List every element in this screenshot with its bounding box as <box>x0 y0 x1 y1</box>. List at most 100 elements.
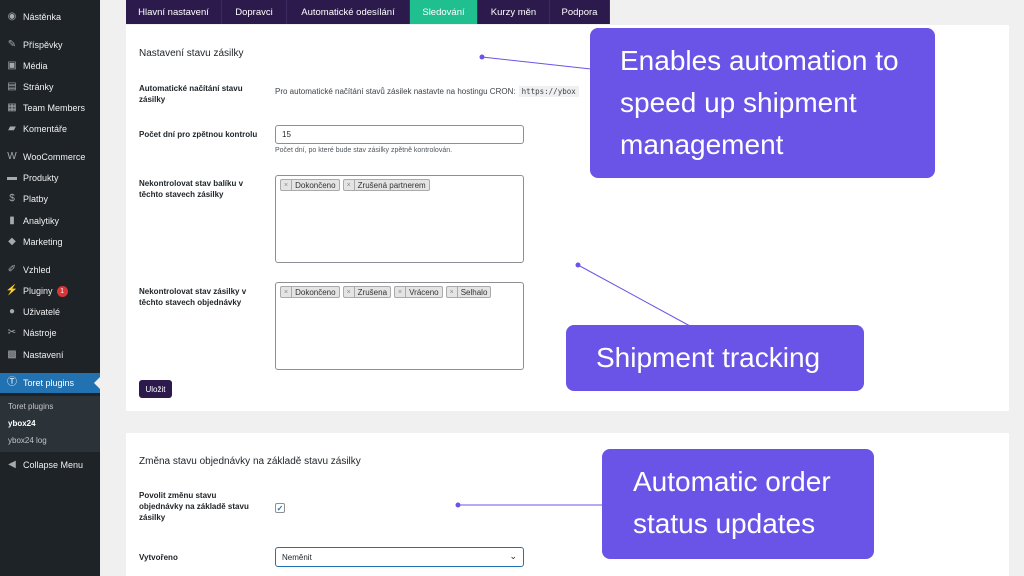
sidebar-item-marketing[interactable]: ◆ Marketing <box>0 232 100 252</box>
sidebar-item-n-stroje[interactable]: ✂ Nástroje <box>0 323 100 343</box>
toret-submenu: Toret plugins ybox24 ybox24 log <box>0 396 100 452</box>
tab-carriers[interactable]: Dopravci <box>222 0 287 24</box>
sidebar-item-label: Team Members <box>23 103 86 113</box>
order-status-panel: Změna stavu objednávky na základě stavu … <box>126 433 1009 576</box>
days-input[interactable]: 15 <box>275 125 524 144</box>
tag-label: Dokončeno <box>295 180 336 190</box>
collapse-icon: ◀ <box>8 459 16 470</box>
status-tag: × Zrušená partnerem <box>342 179 430 191</box>
sidebar-item-label: Média <box>23 61 48 71</box>
status-tag: × Dokončeno <box>280 179 340 191</box>
tag-label: Zrušena <box>357 287 388 297</box>
submenu-ybox24[interactable]: ybox24 <box>8 419 36 428</box>
sidebar-item-label: Vzhled <box>23 265 51 275</box>
days-label: Počet dní pro zpětnou kontrolu <box>139 130 258 139</box>
sidebar-item-toret-plugins[interactable]: Ⓣ Toret plugins <box>0 373 100 393</box>
sidebar-item-produkty[interactable]: ▬ Produkty <box>0 168 100 188</box>
sidebar-item-label: WooCommerce <box>23 152 86 162</box>
package-status-multiselect[interactable]: × Dokončeno × Zrušená partnerem <box>275 175 524 263</box>
created-status-value: Neměnit <box>282 552 312 562</box>
tag-label: Vráceno <box>409 287 439 297</box>
cron-text: Pro automatické načítání stavů zásilek n… <box>275 87 516 96</box>
tab-auto-sending[interactable]: Automatické odesílání <box>287 0 410 24</box>
sidebar-item-p-sp-vky[interactable]: ✎ Příspěvky <box>0 35 100 55</box>
sidebar-item-pluginy[interactable]: ⚡ Pluginy 1 <box>0 281 100 301</box>
collapse-menu-button[interactable]: ◀ Collapse Menu <box>0 455 100 475</box>
sidebar-item-nastaven-[interactable]: ▩ Nastavení <box>0 345 100 365</box>
update-count-badge: 1 <box>56 285 68 297</box>
settings-tabs: Hlavní nastavení Dopravci Automatické od… <box>126 0 610 24</box>
sidebar-item-label: Nástroje <box>23 328 57 338</box>
team-icon: ▦ <box>7 102 17 113</box>
sidebar-item-n-st-nka[interactable]: ◉ Nástěnka <box>0 7 100 27</box>
analytics-icon: ▮ <box>9 215 15 226</box>
toret-icon: Ⓣ <box>7 377 17 388</box>
remove-tag-icon[interactable]: × <box>344 287 355 297</box>
callout-shipment-tracking: Shipment tracking <box>566 325 864 391</box>
tab-support[interactable]: Podpora <box>550 0 610 24</box>
order-status-label: Nekontrolovat stav zásilky v těchto stav… <box>139 287 247 307</box>
cron-url: https://ybox <box>518 86 579 97</box>
allow-change-label: Povolit změnu stavu objednávky na základ… <box>139 491 249 522</box>
sidebar-item-label: Stránky <box>23 82 54 92</box>
sidebar-item-label: Příspěvky <box>23 40 63 50</box>
pin-icon: ✎ <box>7 39 17 50</box>
tab-main-settings[interactable]: Hlavní nastavení <box>126 0 222 24</box>
sidebar-item-label: Nastavení <box>23 350 64 360</box>
plugins-icon: ⚡ <box>5 285 19 296</box>
products-icon: ▬ <box>7 172 17 183</box>
sidebar-item-m-dia[interactable]: ▣ Média <box>0 56 100 76</box>
settings-icon: ▩ <box>7 349 17 360</box>
collapse-menu-label: Collapse Menu <box>23 460 84 470</box>
sidebar-item-team-members[interactable]: ▦ Team Members <box>0 98 100 118</box>
comments-icon: ▰ <box>8 123 16 134</box>
order-status-multiselect[interactable]: × Dokončeno × Zrušena × Vráceno × Selhalo <box>275 282 524 370</box>
media-icon: ▣ <box>7 60 17 71</box>
sidebar-item-str-nky[interactable]: ▤ Stránky <box>0 77 100 97</box>
remove-tag-icon[interactable]: × <box>281 287 293 297</box>
tab-exchange-rates[interactable]: Kurzy měn <box>478 0 550 24</box>
tag-label: Dokončeno <box>295 287 336 297</box>
created-label: Vytvořeno <box>139 553 178 562</box>
dashboard-icon: ◉ <box>7 11 17 22</box>
sidebar-item-label: Produkty <box>23 173 59 183</box>
order-status-section-title: Změna stavu objednávky na základě stavu … <box>139 456 361 467</box>
allow-change-checkbox[interactable]: ✓ <box>275 503 285 513</box>
admin-sidebar: ◉ Nástěnka ✎ Příspěvky ▣ Média ▤ Stránky ▦ Team M… <box>0 0 100 576</box>
submenu-toret-plugins[interactable]: Toret plugins <box>8 402 53 411</box>
sidebar-item-analytiky[interactable]: ▮ Analytiky <box>0 211 100 231</box>
sidebar-item-label: Pluginy <box>23 286 53 296</box>
sidebar-item-label: Platby <box>23 194 49 204</box>
tab-tracking[interactable]: Sledování <box>410 0 478 24</box>
remove-tag-icon[interactable]: × <box>447 287 458 297</box>
sidebar-item-u-ivatel-[interactable]: ● Uživatelé <box>0 302 100 322</box>
tools-icon: ✂ <box>7 327 17 338</box>
created-status-select[interactable]: Neměnit ⌄ <box>275 547 524 567</box>
sidebar-item-vzhled[interactable]: ✐ Vzhled <box>0 260 100 280</box>
sidebar-item-label: Nástěnka <box>23 12 62 22</box>
users-icon: ● <box>8 306 16 317</box>
woocommerce-icon: W <box>7 151 17 162</box>
status-tag: × Dokončeno <box>280 286 340 298</box>
remove-tag-icon[interactable]: × <box>344 180 355 190</box>
marketing-icon: ◆ <box>8 236 16 247</box>
sidebar-item-label: Toret plugins <box>23 378 75 388</box>
sidebar-item-woocommerce[interactable]: W WooCommerce <box>0 147 100 167</box>
remove-tag-icon[interactable]: × <box>281 180 293 190</box>
sidebar-item-label: Analytiky <box>23 216 60 226</box>
pages-icon: ▤ <box>7 81 17 92</box>
package-status-label: Nekontrolovat stav balíku v těchto stave… <box>139 179 244 199</box>
status-tag: × Zrušena <box>342 286 392 298</box>
days-description: Počet dní, po které bude stav zásilky zp… <box>275 147 453 154</box>
sidebar-item-platby[interactable]: $ Platby <box>0 189 100 209</box>
remove-tag-icon[interactable]: × <box>395 287 407 297</box>
sidebar-item-label: Komentáře <box>23 124 68 134</box>
checkmark-icon: ✓ <box>276 503 284 513</box>
sidebar-item-koment-e[interactable]: ▰ Komentáře <box>0 119 100 139</box>
sidebar-item-label: Uživatelé <box>23 307 61 317</box>
submenu-ybox24-log[interactable]: ybox24 log <box>8 436 47 445</box>
appearance-icon: ✐ <box>7 264 17 275</box>
cron-instructions: Pro automatické načítání stavů zásilek n… <box>275 86 579 97</box>
save-button[interactable]: Uložit <box>139 380 172 398</box>
callout-order-status: Automatic order status updates <box>602 449 874 559</box>
